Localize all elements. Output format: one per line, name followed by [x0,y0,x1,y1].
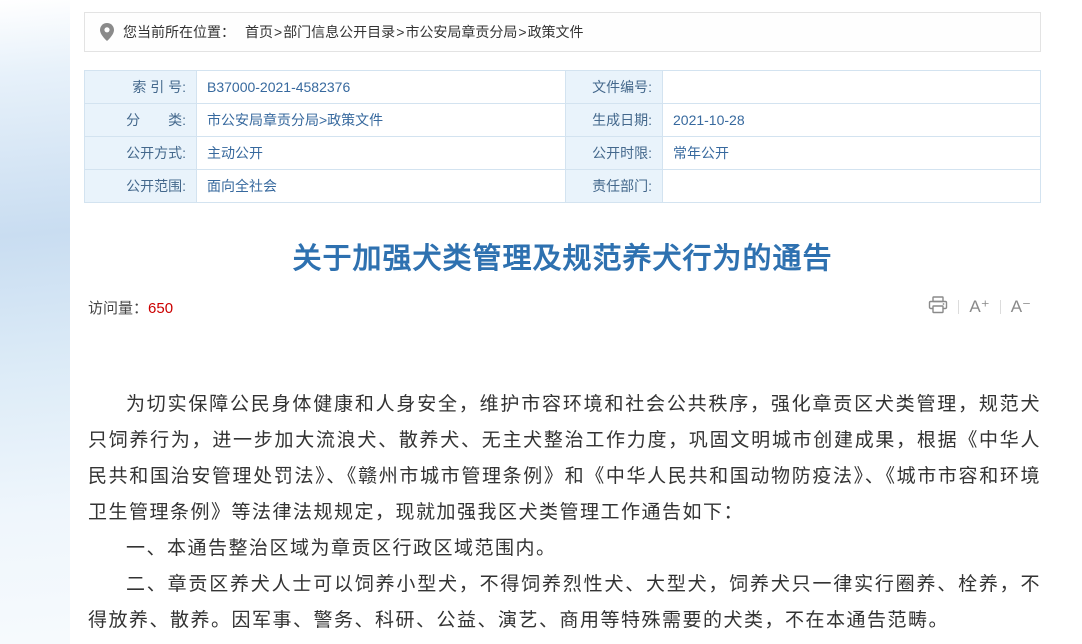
breadcrumb-item-home[interactable]: 首页 [245,22,273,42]
article-paragraph: 为切实保障公民身体健康和人身安全，维护市容环境和社会公共秩序，强化章贡区犬类管理… [88,387,1041,531]
visit-count-value: 650 [148,300,173,317]
table-row: 公开范围: 面向全社会 责任部门: [85,170,1041,203]
breadcrumb-separator: > [274,24,282,40]
visits-toolbar-row: 访问量：650 A⁺ A⁻ [88,293,1041,321]
breadcrumb-item-policy[interactable]: 政策文件 [528,22,584,42]
meta-value-open-scope: 面向全社会 [197,170,566,203]
breadcrumb-item-bureau[interactable]: 市公安局章贡分局 [405,22,517,42]
font-decrease-button[interactable]: A⁻ [1001,297,1041,317]
printer-icon [928,296,948,319]
meta-value-file-no [663,71,1041,104]
meta-value-open-term: 常年公开 [663,137,1041,170]
meta-label-open-scope: 公开范围: [85,170,197,203]
font-increase-button[interactable]: A⁺ [959,297,999,317]
meta-label-date: 生成日期: [566,104,663,137]
meta-label-resp-dept: 责任部门: [566,170,663,203]
visit-count-label: 访问量： [88,300,148,317]
table-row: 分 类: 市公安局章贡分局>政策文件 生成日期: 2021-10-28 [85,104,1041,137]
article-paragraph: 二、章贡区养犬人士可以饲养小型犬，不得饲养烈性犬、大型犬，饲养犬只一律实行圈养、… [88,567,1041,639]
document-meta-table: 索 引 号: B37000-2021-4582376 文件编号: 分 类: 市公… [84,70,1041,203]
meta-value-resp-dept [663,170,1041,203]
breadcrumb: 您当前所在位置： 首页 > 部门信息公开目录 > 市公安局章贡分局 > 政策文件 [84,12,1041,52]
meta-label-index-no: 索 引 号: [85,71,197,104]
article-tools: A⁺ A⁻ [918,296,1041,319]
table-row: 索 引 号: B37000-2021-4582376 文件编号: [85,71,1041,104]
meta-label-file-no: 文件编号: [566,71,663,104]
meta-value-category: 市公安局章贡分局>政策文件 [197,104,566,137]
main-content: 您当前所在位置： 首页 > 部门信息公开目录 > 市公安局章贡分局 > 政策文件… [70,0,1082,644]
location-pin-icon [100,23,114,41]
meta-value-open-method: 主动公开 [197,137,566,170]
meta-label-open-method: 公开方式: [85,137,197,170]
article-body: 为切实保障公民身体健康和人身安全，维护市容环境和社会公共秩序，强化章贡区犬类管理… [88,387,1041,644]
page-title: 关于加强犬类管理及规范养犬行为的通告 [84,235,1041,277]
table-row: 公开方式: 主动公开 公开时限: 常年公开 [85,137,1041,170]
breadcrumb-separator: > [396,24,404,40]
article-paragraph: 一、本通告整治区域为章贡区行政区域范围内。 [88,531,1041,567]
breadcrumb-prefix: 您当前所在位置： [123,22,235,42]
breadcrumb-separator: > [518,24,526,40]
meta-label-open-term: 公开时限: [566,137,663,170]
meta-label-category: 分 类: [85,104,197,137]
meta-value-date: 2021-10-28 [663,104,1041,137]
breadcrumb-item-directory[interactable]: 部门信息公开目录 [283,22,395,42]
print-button[interactable] [918,296,958,319]
visit-count: 访问量：650 [88,297,173,318]
article-paragraph: 三、犬只饲养人应当文明饲养犬只，不得遗弃和虐待犬只，犬吠影响他人正常工作、生活的… [88,639,1041,644]
meta-value-index-no: B37000-2021-4582376 [197,71,566,104]
